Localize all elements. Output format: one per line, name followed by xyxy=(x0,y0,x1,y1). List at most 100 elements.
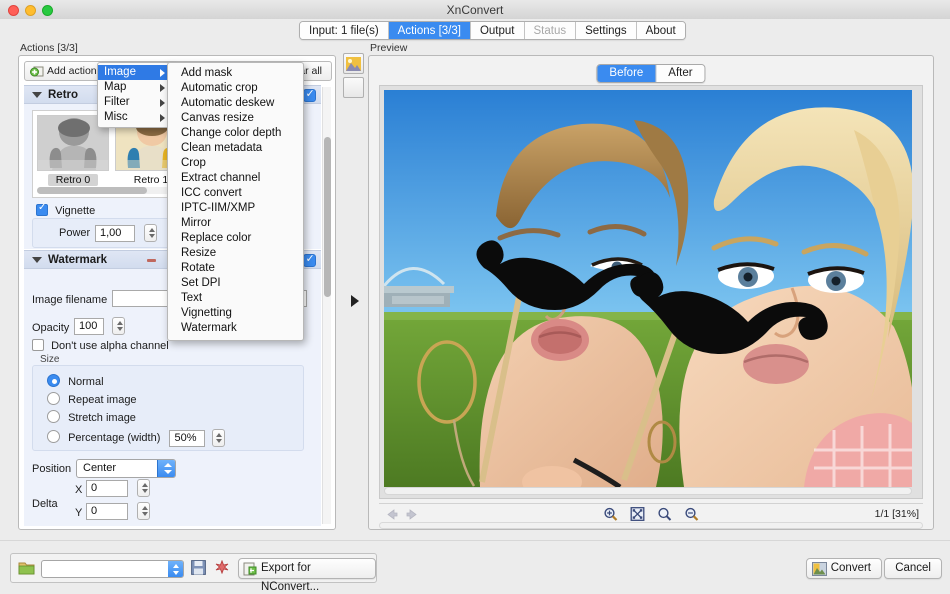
next-arrow-icon[interactable] xyxy=(406,508,419,521)
submenu-item-extract-channel[interactable]: Extract channel xyxy=(168,171,303,186)
size-group: Normal Repeat image Stretch image P xyxy=(32,365,304,451)
remove-watermark-icon[interactable] xyxy=(147,259,156,262)
alpha-channel-checkbox[interactable] xyxy=(32,339,44,351)
menu-item-map[interactable]: Map xyxy=(98,80,171,95)
tab-output[interactable]: Output xyxy=(471,22,525,40)
title-bar: XnConvert xyxy=(0,0,950,20)
tab-input[interactable]: Input: 1 file(s) xyxy=(300,22,389,40)
menu-item-map-label: Map xyxy=(104,81,126,93)
submenu-item-icc-convert[interactable]: ICC convert xyxy=(168,186,303,201)
collapse-triangle-icon[interactable] xyxy=(32,257,42,263)
toggle-after[interactable]: After xyxy=(656,65,704,82)
submenu-arrow-icon xyxy=(160,84,165,92)
vignette-power-stepper[interactable] xyxy=(144,224,157,242)
submenu-item-watermark[interactable]: Watermark xyxy=(168,321,303,336)
submenu-item-clean-metadata[interactable]: Clean metadata xyxy=(168,141,303,156)
retro-enabled-checkbox[interactable] xyxy=(303,89,316,102)
tab-about[interactable]: About xyxy=(637,22,685,40)
preview-canvas[interactable] xyxy=(379,85,923,499)
chevron-right-icon[interactable] xyxy=(351,295,359,307)
position-select[interactable]: Center xyxy=(76,459,176,478)
tab-settings[interactable]: Settings xyxy=(576,22,637,40)
preview-footer-scrollbar[interactable] xyxy=(379,522,923,529)
before-after-toggle: Before After xyxy=(596,64,705,83)
opacity-stepper[interactable] xyxy=(112,317,125,335)
preset-select[interactable] xyxy=(41,560,184,578)
window-title: XnConvert xyxy=(0,0,950,20)
preview-horizontal-scrollbar[interactable] xyxy=(384,487,912,495)
size-percentage-input[interactable]: 50% xyxy=(169,430,205,447)
size-option-percentage[interactable]: Percentage (width) 50% xyxy=(47,429,225,447)
delta-x-input[interactable]: 0 xyxy=(86,480,128,497)
vignette-checkbox[interactable] xyxy=(36,204,48,216)
add-plus-icon xyxy=(30,65,44,78)
submenu-item-canvas-resize[interactable]: Canvas resize xyxy=(168,111,303,126)
opacity-input[interactable]: 100 xyxy=(74,318,104,335)
size-percentage-radio[interactable] xyxy=(47,430,60,443)
tab-status[interactable]: Status xyxy=(525,22,577,40)
tab-bar: Input: 1 file(s) Actions [3/3] Output St… xyxy=(0,19,950,42)
actions-list-scroll-thumb[interactable] xyxy=(324,137,331,297)
submenu-item-iptc-iim-xmp[interactable]: IPTC-IIM/XMP xyxy=(168,201,303,216)
submenu-item-vignetting[interactable]: Vignetting xyxy=(168,306,303,321)
submenu-item-change-color-depth[interactable]: Change color depth xyxy=(168,126,303,141)
toggle-before[interactable]: Before xyxy=(597,65,656,82)
submenu-item-resize[interactable]: Resize xyxy=(168,246,303,261)
submenu-item-mirror[interactable]: Mirror xyxy=(168,216,303,231)
vignette-power-input[interactable]: 1,00 xyxy=(95,225,135,242)
chevron-updown-icon[interactable] xyxy=(157,460,175,477)
chevron-updown-icon[interactable] xyxy=(168,561,183,577)
delta-x-stepper[interactable] xyxy=(137,479,150,497)
submenu-item-set-dpi[interactable]: Set DPI xyxy=(168,276,303,291)
size-option-repeat[interactable]: Repeat image xyxy=(47,392,137,406)
preview-image-button[interactable] xyxy=(343,53,364,74)
menu-item-image[interactable]: Image xyxy=(98,65,171,80)
size-option-stretch[interactable]: Stretch image xyxy=(47,410,136,424)
delete-icon[interactable] xyxy=(215,560,232,577)
save-icon[interactable] xyxy=(191,560,208,577)
folder-icon[interactable] xyxy=(18,560,35,577)
size-percentage-stepper[interactable] xyxy=(212,429,225,447)
preview-alt-button[interactable] xyxy=(343,77,364,98)
delta-y-stepper[interactable] xyxy=(137,502,150,520)
preview-side-buttons xyxy=(343,53,365,99)
page-indicator: 1/1 [31%] xyxy=(875,508,919,520)
size-group-label: Size xyxy=(40,354,59,365)
watermark-enabled-checkbox[interactable] xyxy=(303,254,316,267)
vignette-label: Vignette xyxy=(55,205,95,217)
delta-x-label: X xyxy=(75,484,82,496)
convert-button[interactable]: Convert xyxy=(806,558,882,579)
preview-image[interactable] xyxy=(384,90,912,487)
collapse-triangle-icon[interactable] xyxy=(32,92,42,98)
size-normal-radio[interactable] xyxy=(47,374,60,387)
submenu-item-rotate[interactable]: Rotate xyxy=(168,261,303,276)
actions-list-scrollbar[interactable] xyxy=(322,87,331,524)
export-nconvert-button[interactable]: Export for NConvert... xyxy=(238,558,376,579)
convert-icon xyxy=(812,562,827,583)
previous-arrow-icon[interactable] xyxy=(385,508,398,521)
actions-panel-label: Actions [3/3] xyxy=(20,42,78,54)
submenu-item-text[interactable]: Text xyxy=(168,291,303,306)
submenu-item-add-mask[interactable]: Add mask xyxy=(168,66,303,81)
watermark-section-title: Watermark xyxy=(48,254,107,266)
alpha-channel-row[interactable]: Don't use alpha channel xyxy=(32,339,169,352)
submenu-item-automatic-crop[interactable]: Automatic crop xyxy=(168,81,303,96)
vignette-checkbox-row[interactable]: Vignette xyxy=(36,204,95,217)
size-stretch-radio[interactable] xyxy=(47,410,60,423)
submenu-item-replace-color[interactable]: Replace color xyxy=(168,231,303,246)
size-repeat-radio[interactable] xyxy=(47,392,60,405)
delta-y-input[interactable]: 0 xyxy=(86,503,128,520)
image-submenu: Add mask Automatic crop Automatic deskew… xyxy=(167,62,304,341)
tab-actions[interactable]: Actions [3/3] xyxy=(389,22,471,40)
export-nconvert-label: Export for NConvert... xyxy=(261,562,319,593)
preview-panel-label: Preview xyxy=(370,42,407,54)
cancel-button[interactable]: Cancel xyxy=(884,558,942,579)
menu-item-filter-label: Filter xyxy=(104,96,130,108)
panel-collapse-handle[interactable] xyxy=(346,55,364,530)
submenu-item-crop[interactable]: Crop xyxy=(168,156,303,171)
submenu-item-automatic-deskew[interactable]: Automatic deskew xyxy=(168,96,303,111)
menu-item-misc[interactable]: Misc xyxy=(98,110,171,125)
bottom-bar: Export for NConvert... f 8⁺ 🐦 Con xyxy=(0,540,950,594)
menu-item-filter[interactable]: Filter xyxy=(98,95,171,110)
size-option-normal[interactable]: Normal xyxy=(47,374,104,388)
